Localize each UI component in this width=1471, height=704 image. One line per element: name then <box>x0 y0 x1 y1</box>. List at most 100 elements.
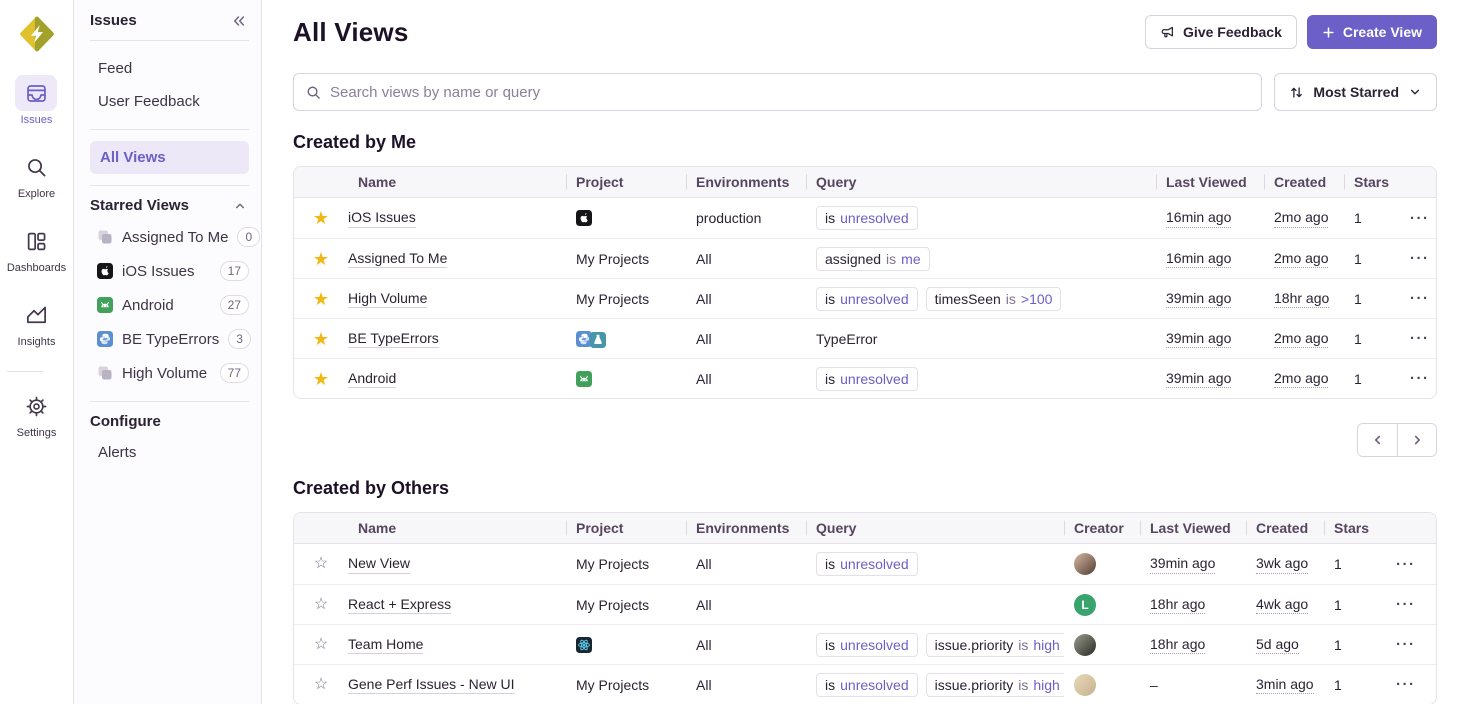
view-name-link[interactable]: BE TypeErrors <box>348 329 439 348</box>
starred-view-assigned-to-me[interactable]: Assigned To Me0 <box>90 220 249 254</box>
query-text: TypeError <box>816 331 877 347</box>
row-menu-button[interactable]: ··· <box>1396 556 1416 573</box>
created-value: 5d ago <box>1256 635 1299 654</box>
query-cell: assignedisme <box>806 247 1156 271</box>
sidebar-item-alerts[interactable]: Alerts <box>90 436 249 469</box>
last-viewed-value: 39min ago <box>1150 554 1215 573</box>
row-menu-button[interactable]: ··· <box>1396 596 1416 613</box>
view-name-link[interactable]: iOS Issues <box>348 208 416 227</box>
table-row: ★High VolumeMy ProjectsAllisunresolvedti… <box>294 278 1436 318</box>
python-project-icon <box>97 331 113 347</box>
react-project-icon <box>576 637 592 653</box>
sort-dropdown[interactable]: Most Starred <box>1274 73 1437 111</box>
star-icon[interactable]: ★ <box>313 290 329 308</box>
view-name-link[interactable]: Gene Perf Issues - New UI <box>348 675 515 694</box>
sidebar-nav: FeedUser Feedback <box>90 52 249 118</box>
sidebar-item-user-feedback[interactable]: User Feedback <box>90 85 249 118</box>
column-header-stars: Stars <box>1324 520 1386 536</box>
view-name-link[interactable]: Android <box>348 369 396 388</box>
row-menu-button[interactable]: ··· <box>1410 330 1430 347</box>
view-name-link[interactable]: New View <box>348 554 410 573</box>
star-icon[interactable]: ★ <box>313 370 329 388</box>
table-row: ★Assigned To MeMy ProjectsAllassignedism… <box>294 238 1436 278</box>
environments-value: All <box>686 251 806 267</box>
project-name: My Projects <box>576 556 649 572</box>
view-name-link[interactable]: Assigned To Me <box>348 249 447 268</box>
row-menu-button[interactable]: ··· <box>1410 370 1430 387</box>
app-root: IssuesExploreDashboardsInsightsSettings … <box>0 0 1471 704</box>
rail-item-explore[interactable]: Explore <box>7 149 66 200</box>
query-cell: isunresolvedissue.priorityishigh <box>806 633 1064 657</box>
divider <box>7 371 43 372</box>
query-pill: isunresolved <box>816 673 918 697</box>
table-row: ★iOS Issuesproductionisunresolved16min a… <box>294 198 1436 238</box>
divider <box>90 40 249 41</box>
create-view-button[interactable]: Create View <box>1307 15 1437 49</box>
collapse-sidebar-icon[interactable] <box>231 13 247 29</box>
row-menu-button[interactable]: ··· <box>1410 250 1430 267</box>
star-icon[interactable]: ☆ <box>314 556 328 572</box>
section-title-created-by-me: Created by Me <box>293 132 1437 153</box>
settings-icon <box>15 388 57 424</box>
insights-icon <box>15 297 57 333</box>
rail-item-dashboards[interactable]: Dashboards <box>7 223 66 274</box>
view-name-link[interactable]: Team Home <box>348 635 423 654</box>
last-viewed-value: 18hr ago <box>1150 595 1205 614</box>
search-input[interactable] <box>330 84 1249 101</box>
divider <box>90 185 249 186</box>
query-pill: isunresolved <box>816 287 918 311</box>
starred-view-high-volume[interactable]: High Volume77 <box>90 356 249 390</box>
view-name-link[interactable]: React + Express <box>348 595 451 614</box>
starred-view-ios-issues[interactable]: iOS Issues17 <box>90 254 249 288</box>
divider <box>90 401 249 402</box>
row-menu-button[interactable]: ··· <box>1396 636 1416 653</box>
give-feedback-button[interactable]: Give Feedback <box>1145 15 1297 49</box>
starred-view-label: Android <box>122 297 211 314</box>
environments-value: production <box>686 210 806 226</box>
created-value: 3wk ago <box>1256 554 1308 573</box>
previous-page-button[interactable] <box>1358 424 1397 456</box>
sidebar-item-all-views[interactable]: All Views <box>90 141 249 174</box>
column-header-project: Project <box>566 520 686 536</box>
dashboards-icon <box>15 223 57 259</box>
column-header-name: Name <box>348 520 566 536</box>
column-header-last-viewed: Last Viewed <box>1140 520 1246 536</box>
starred-view-be-typeerrors[interactable]: BE TypeErrors3 <box>90 322 249 356</box>
starred-view-android[interactable]: Android 27 <box>90 288 249 322</box>
rail-item-label: Issues <box>21 114 53 126</box>
created-value: 4wk ago <box>1256 595 1308 614</box>
table-header-row: NameProjectEnvironmentsQueryCreatorLast … <box>294 513 1436 544</box>
issue-count-badge: 27 <box>220 295 249 315</box>
issue-count-badge: 0 <box>237 227 260 247</box>
sidebar-item-feed[interactable]: Feed <box>90 52 249 85</box>
row-menu-button[interactable]: ··· <box>1410 290 1430 307</box>
rail-item-settings[interactable]: Settings <box>7 388 66 439</box>
environments-value: All <box>686 291 806 307</box>
starred-views-header[interactable]: Starred Views <box>90 197 247 214</box>
megaphone-icon <box>1160 25 1175 40</box>
star-icon[interactable]: ★ <box>313 330 329 348</box>
row-menu-button[interactable]: ··· <box>1410 210 1430 227</box>
page-title: All Views <box>293 17 409 48</box>
row-menu-button[interactable]: ··· <box>1396 676 1416 693</box>
star-icon[interactable]: ★ <box>313 250 329 268</box>
column-header-query: Query <box>806 174 1156 190</box>
query-cell: TypeError <box>806 331 1156 347</box>
environments-value: All <box>686 597 806 613</box>
rail-item-issues[interactable]: Issues <box>7 75 66 126</box>
rail-item-insights[interactable]: Insights <box>7 297 66 348</box>
star-icon[interactable]: ★ <box>313 209 329 227</box>
next-page-button[interactable] <box>1397 424 1436 456</box>
starred-view-label: High Volume <box>122 365 211 382</box>
project-name: My Projects <box>576 677 649 693</box>
rail-nav: Issues Explore Dashboards Insights Settings <box>7 75 66 462</box>
configure-header: Configure <box>90 413 247 430</box>
icon-rail: Issues Explore Dashboards Insights Settings <box>0 0 74 704</box>
stars-count: 1 <box>1344 210 1400 226</box>
star-icon[interactable]: ☆ <box>314 597 328 613</box>
star-icon[interactable]: ☆ <box>314 677 328 693</box>
view-name-link[interactable]: High Volume <box>348 289 427 308</box>
sentry-logo[interactable] <box>16 13 58 55</box>
plus-icon <box>1322 26 1335 39</box>
star-icon[interactable]: ☆ <box>314 637 328 653</box>
